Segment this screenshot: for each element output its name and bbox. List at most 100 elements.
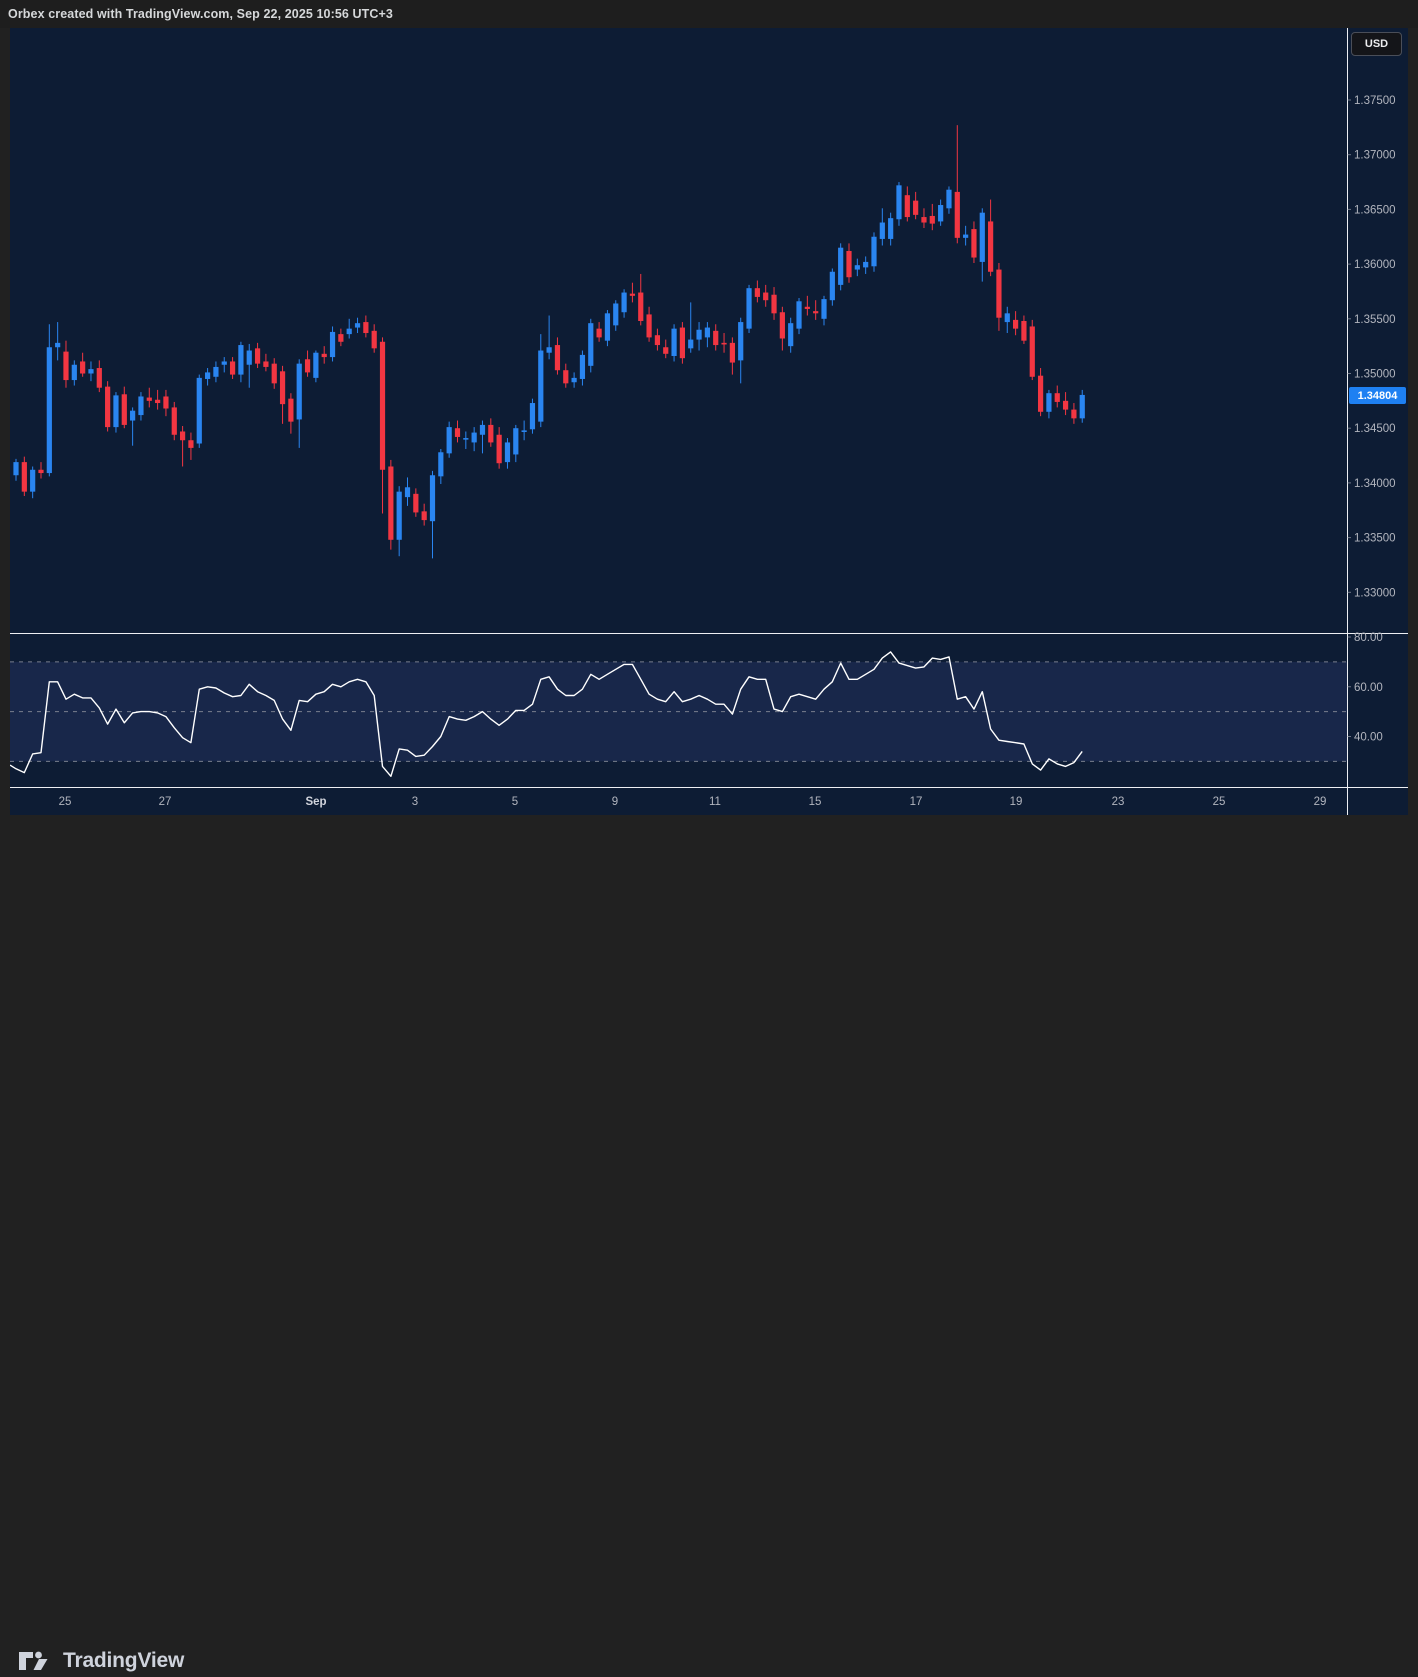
candle-body: [913, 201, 918, 215]
candle-body: [755, 288, 760, 297]
candle-body: [538, 351, 543, 422]
candle-body: [555, 345, 560, 370]
candle-body: [163, 396, 168, 408]
candle-body: [322, 354, 327, 357]
price-axis-label: 1.34000: [1354, 478, 1396, 490]
candle-body: [230, 361, 235, 374]
price-chart[interactable]: 1.375001.370001.365001.360001.355001.350…: [0, 0, 1418, 875]
rsi-axis-label: 80.00: [1354, 632, 1383, 644]
price-axis-label: 1.34500: [1354, 423, 1396, 435]
candle-body: [771, 295, 776, 314]
candle-body: [363, 322, 368, 333]
candle-body: [813, 311, 818, 313]
candle-body: [105, 387, 110, 427]
candle-body: [22, 462, 27, 492]
candle-body: [88, 369, 93, 373]
candle-body: [846, 251, 851, 277]
candle-body: [588, 323, 593, 366]
candle-body: [921, 217, 926, 222]
candle-body: [705, 328, 710, 338]
candle-body: [938, 205, 943, 221]
candle-body: [655, 335, 660, 345]
candle-body: [1046, 393, 1051, 412]
time-axis-label: 11: [709, 796, 721, 808]
candle-body: [213, 367, 218, 377]
time-axis-label: 25: [1213, 796, 1226, 808]
candle-body: [955, 192, 960, 238]
candle-body: [963, 235, 968, 238]
candle-body: [472, 433, 477, 443]
candle-body: [663, 347, 668, 354]
candle-body: [638, 293, 643, 321]
candle-body: [1038, 376, 1043, 412]
candle-body: [821, 299, 826, 319]
candle-body: [621, 293, 626, 313]
candle-body: [38, 470, 43, 473]
candle-body: [438, 452, 443, 476]
candle-body: [30, 470, 35, 492]
candle-body: [522, 430, 527, 432]
candle-body: [905, 195, 910, 217]
candle-body: [80, 361, 85, 373]
candle-body: [580, 355, 585, 379]
candle-body: [355, 323, 360, 327]
candle-body: [871, 237, 876, 267]
candle-body: [805, 307, 810, 309]
candle-body: [646, 314, 651, 337]
rsi-axis-label: 40.00: [1354, 732, 1383, 744]
currency-button[interactable]: USD: [1351, 32, 1402, 56]
candle-body: [630, 294, 635, 296]
candle-body: [888, 218, 893, 239]
candle-body: [180, 431, 185, 440]
candle-body: [1063, 401, 1068, 410]
candle-body: [572, 378, 577, 382]
candle-body: [147, 398, 152, 401]
candle-body: [855, 265, 860, 269]
candle-body: [122, 394, 127, 425]
price-axis-label: 1.37000: [1354, 150, 1396, 162]
candle-body: [671, 329, 676, 356]
candle-body: [272, 364, 277, 384]
candle-body: [505, 442, 510, 462]
candle-body: [1055, 393, 1060, 402]
candle-body: [497, 435, 502, 463]
price-axis-label: 1.35000: [1354, 369, 1396, 381]
candle-body: [280, 371, 285, 404]
candle-body: [447, 427, 452, 453]
candle-body: [188, 440, 193, 448]
candle-body: [1021, 321, 1026, 341]
candle-body: [980, 213, 985, 262]
candle-body: [605, 313, 610, 340]
tradingview-logo-text: TradingView: [63, 1649, 184, 1673]
candle-body: [1005, 313, 1010, 322]
candle-body: [305, 359, 310, 372]
candle-body: [130, 411, 135, 421]
candle-body: [780, 312, 785, 338]
candle-body: [413, 494, 418, 513]
price-axis-label: 1.33000: [1354, 587, 1396, 599]
time-axis-label: 25: [59, 796, 72, 808]
candle-body: [696, 330, 701, 340]
candle-body: [430, 475, 435, 521]
candle-body: [72, 365, 77, 380]
time-axis-label: 29: [1314, 796, 1327, 808]
candle-body: [155, 400, 160, 403]
candle-body: [563, 370, 568, 383]
candle-body: [1071, 410, 1076, 419]
candle-body: [680, 328, 685, 359]
price-axis-label: 1.37500: [1354, 95, 1396, 107]
candle-body: [113, 395, 118, 427]
candle-body: [488, 425, 493, 443]
price-axis-label: 1.36500: [1354, 204, 1396, 216]
candle-body: [463, 438, 468, 440]
candle-body: [971, 229, 976, 257]
tradingview-logo[interactable]: TradingView: [18, 1645, 184, 1677]
candle-body: [238, 345, 243, 375]
candle-body: [880, 223, 885, 239]
candle-body: [996, 270, 1001, 318]
time-axis-label: 5: [512, 796, 518, 808]
candle-body: [988, 221, 993, 271]
candle-body: [47, 347, 52, 473]
candle-body: [930, 216, 935, 224]
candle-body: [513, 428, 518, 454]
